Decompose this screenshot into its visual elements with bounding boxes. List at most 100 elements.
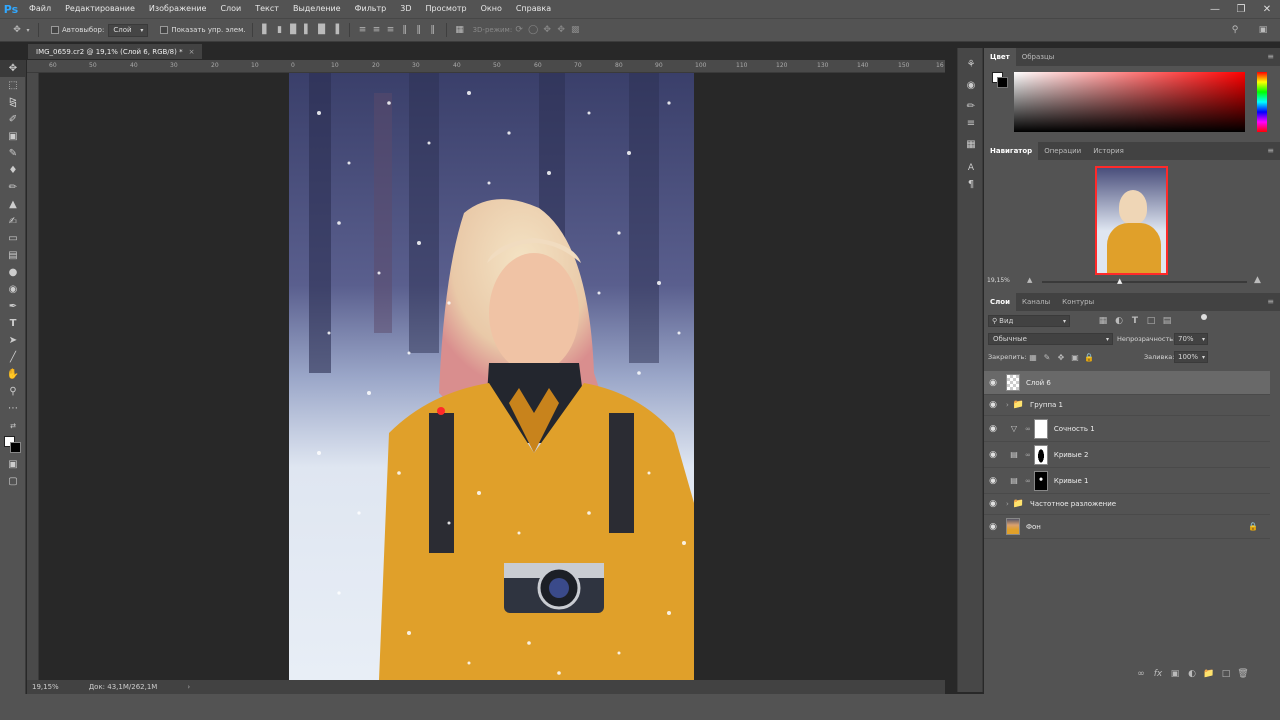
healing-brush-tool-icon[interactable]: ♦	[0, 162, 26, 179]
distribute-left-icon[interactable]: ‖	[398, 23, 412, 37]
distribute-hcenter-icon[interactable]: ‖	[412, 23, 426, 37]
background-color[interactable]	[997, 77, 1008, 88]
navigator-zoom[interactable]: 19,15%	[987, 277, 1010, 284]
dodge-tool-icon[interactable]: ◉	[0, 281, 26, 298]
lock-position-icon[interactable]: ✥	[1054, 350, 1068, 364]
chevron-down-icon[interactable]: ▾	[24, 23, 32, 37]
clone-stamp-tool-icon[interactable]: ▲	[0, 196, 26, 213]
new-adjustment-icon[interactable]: ◐	[1185, 667, 1199, 681]
autoselect-checkbox[interactable]	[51, 26, 59, 34]
zoom-slider-handle[interactable]: ▲	[1117, 277, 1122, 285]
layer-name[interactable]: Фон	[1026, 523, 1041, 531]
menu-type[interactable]: Текст	[248, 0, 286, 18]
tab-swatches[interactable]: Образцы	[1016, 48, 1061, 66]
type-tool-icon[interactable]: T	[0, 315, 26, 332]
navigator-thumbnail[interactable]	[1095, 166, 1168, 275]
menu-file[interactable]: Файл	[22, 0, 58, 18]
trash-icon[interactable]: 🗑	[1236, 667, 1250, 681]
history-brush-tool-icon[interactable]: ✍	[0, 213, 26, 230]
tab-channels[interactable]: Каналы	[1016, 293, 1056, 311]
gradient-tool-icon[interactable]: ▤	[0, 247, 26, 264]
panel-menu-icon[interactable]: ≡	[1267, 297, 1274, 306]
visibility-eye-icon[interactable]: ◉	[984, 378, 1002, 388]
layer-name[interactable]: Кривые 2	[1054, 451, 1089, 459]
brush-settings-icon[interactable]: ✏	[958, 98, 984, 115]
panel-menu-icon[interactable]: ≡	[1267, 52, 1274, 61]
eraser-tool-icon[interactable]: ▭	[0, 230, 26, 247]
3d-slide-icon[interactable]: ✥	[554, 23, 568, 37]
document-image[interactable]	[289, 73, 694, 680]
new-layer-icon[interactable]: □	[1219, 667, 1233, 681]
screen-mode-icon[interactable]: ▢	[0, 473, 26, 490]
history-panel-icon[interactable]: ⚘	[958, 56, 984, 73]
layer-name[interactable]: Группа 1	[1030, 401, 1063, 409]
quick-mask-icon[interactable]: ▣	[0, 456, 26, 473]
tab-paths[interactable]: Контуры	[1056, 293, 1100, 311]
filter-toggle[interactable]	[1201, 314, 1207, 320]
document-tab[interactable]: IMG_0659.cr2 @ 19,1% (Слой 6, RGB/8) * ×	[28, 44, 203, 59]
layer-row[interactable]: ◉ ▤ ∞ Кривые 2	[984, 442, 1270, 468]
hue-slider[interactable]	[1257, 72, 1267, 132]
distribute-right-icon[interactable]: ‖	[426, 23, 440, 37]
marquee-tool-icon[interactable]: ⬚	[0, 77, 26, 94]
layer-name[interactable]: Слой 6	[1026, 379, 1051, 387]
close-icon[interactable]: ✕	[1254, 0, 1280, 18]
brush-tool-icon[interactable]: ✏	[0, 179, 26, 196]
workspace-icon[interactable]: ▣	[1256, 23, 1270, 37]
filter-adjustment-icon[interactable]: ◐	[1112, 314, 1126, 328]
align-left-icon[interactable]: ▌	[301, 23, 315, 37]
layer-row[interactable]: ◉ ▤ ∞ Кривые 1	[984, 468, 1270, 494]
tab-navigator[interactable]: Навигатор	[984, 142, 1039, 160]
new-group-icon[interactable]: 📁	[1202, 667, 1216, 681]
3d-drag-icon[interactable]: ✥	[540, 23, 554, 37]
zoom-slider[interactable]	[1042, 281, 1247, 283]
pen-tool-icon[interactable]: ✒	[0, 298, 26, 315]
link-layers-icon[interactable]: ∞	[1134, 667, 1148, 681]
character-panel-icon[interactable]: A	[958, 159, 984, 176]
distribute-vcenter-icon[interactable]: ≡	[370, 23, 384, 37]
align-hcenter-icon[interactable]: █	[315, 23, 329, 37]
close-tab-icon[interactable]: ×	[189, 48, 195, 56]
3d-scale-icon[interactable]: ▩	[568, 23, 582, 37]
auto-align-icon[interactable]: ▦	[453, 23, 467, 37]
layer-row[interactable]: ◉ › 📁 Группа 1	[984, 395, 1270, 416]
visibility-eye-icon[interactable]: ◉	[984, 424, 1002, 434]
properties-icon[interactable]: ▦	[958, 136, 984, 153]
3d-rotate-icon[interactable]: ⟳	[512, 23, 526, 37]
menu-select[interactable]: Выделение	[286, 0, 348, 18]
align-top-icon[interactable]: ▋	[259, 23, 273, 37]
hand-tool-icon[interactable]: ✋	[0, 366, 26, 383]
move-tool-icon[interactable]: ✥	[10, 23, 24, 37]
distribute-top-icon[interactable]: ≡	[356, 23, 370, 37]
adjustments-icon[interactable]: ≡	[958, 115, 984, 132]
quick-select-tool-icon[interactable]: ✐	[0, 111, 26, 128]
menu-filter[interactable]: Фильтр	[348, 0, 394, 18]
chevron-right-icon[interactable]: ›	[1006, 401, 1009, 409]
add-mask-icon[interactable]: ▣	[1168, 667, 1182, 681]
chevron-right-icon[interactable]: ›	[1006, 500, 1009, 508]
distribute-bottom-icon[interactable]: ≡	[384, 23, 398, 37]
zoom-out-icon[interactable]: ▲	[1027, 276, 1032, 284]
align-vcenter-icon[interactable]: ▮	[273, 23, 287, 37]
zoom-tool-icon[interactable]: ⚲	[0, 383, 26, 400]
menu-view[interactable]: Просмотр	[419, 0, 474, 18]
color-swatches[interactable]	[0, 434, 26, 456]
move-tool-icon[interactable]: ✥	[0, 60, 26, 77]
more-tools-icon[interactable]: ⋯	[0, 400, 26, 417]
menu-edit[interactable]: Редактирование	[58, 0, 142, 18]
paragraph-panel-icon[interactable]: ¶	[958, 176, 984, 193]
path-select-tool-icon[interactable]: ➤	[0, 332, 26, 349]
chevron-right-icon[interactable]: ›	[187, 683, 190, 691]
menu-layer[interactable]: Слои	[213, 0, 248, 18]
lock-pixels-icon[interactable]: ✎	[1040, 350, 1054, 364]
visibility-eye-icon[interactable]: ◉	[984, 522, 1002, 532]
visibility-eye-icon[interactable]: ◉	[984, 400, 1002, 410]
lock-artboard-icon[interactable]: ▣	[1068, 350, 1082, 364]
zoom-in-icon[interactable]: ▲	[1254, 275, 1261, 285]
visibility-eye-icon[interactable]: ◉	[984, 476, 1002, 486]
swap-colors-icon[interactable]: ⇄	[0, 417, 26, 434]
restore-icon[interactable]: ❐	[1228, 0, 1254, 18]
lock-transparent-icon[interactable]: ▦	[1026, 350, 1040, 364]
search-icon[interactable]: ⚲	[1228, 23, 1242, 37]
layer-filter-dropdown[interactable]: ⚲ Вид ▾	[988, 315, 1070, 327]
